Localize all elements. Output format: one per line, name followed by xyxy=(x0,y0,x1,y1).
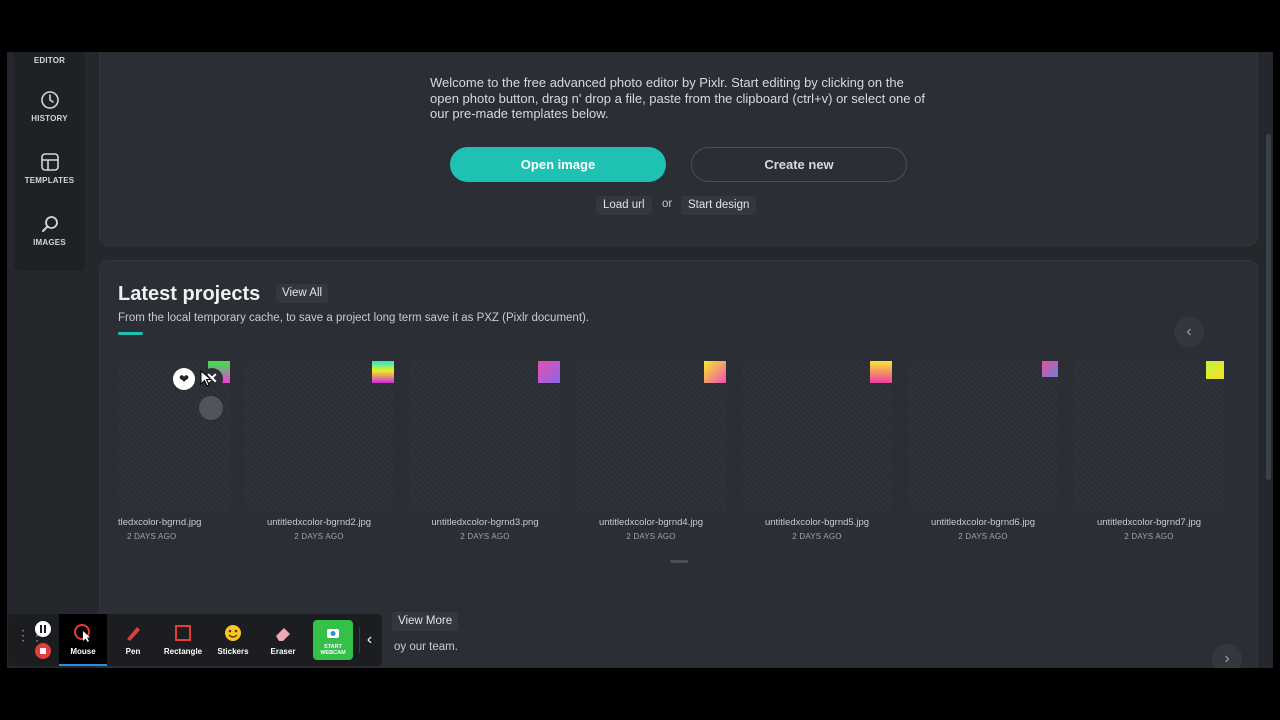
chevron-left-icon[interactable]: ‹ xyxy=(1174,317,1204,347)
project-name: untitledxcolor-bgrnd7.jpg xyxy=(1096,517,1202,528)
project-thumbnails: ❤ ✕ tledxcolor-bgrnd.jpg 2 DAYS AGO unti… xyxy=(100,361,1259,546)
chevron-left-icon[interactable]: ‹ xyxy=(359,627,379,653)
project-age: 2 DAYS AGO xyxy=(127,532,177,541)
sidebar-item-editor[interactable]: EDITOR xyxy=(14,52,85,65)
project-age: 2 DAYS AGO xyxy=(294,532,344,541)
heart-icon[interactable]: ❤ xyxy=(173,368,195,390)
chevron-right-icon[interactable]: › xyxy=(1212,644,1242,668)
welcome-text: Welcome to the free advanced photo edito… xyxy=(430,75,925,121)
tool-label: Stickers xyxy=(217,647,249,656)
sidebar-item-label: HISTORY xyxy=(31,114,68,123)
pause-icon[interactable] xyxy=(35,621,51,637)
eraser-tool[interactable]: Eraser xyxy=(259,614,307,666)
sidebar: EDITOR HISTORY TEMPLATES IMAGES xyxy=(14,52,85,271)
tool-label: Eraser xyxy=(270,647,296,656)
project-age: 2 DAYS AGO xyxy=(1124,532,1174,541)
project-thumbnail[interactable] xyxy=(908,361,1058,511)
project-card[interactable]: untitledxcolor-bgrnd7.jpg 2 DAYS AGO xyxy=(1074,361,1224,541)
tool-label: Pen xyxy=(125,647,141,656)
project-thumbnail[interactable] xyxy=(742,361,892,511)
webcam-icon xyxy=(325,628,341,645)
color-swatch xyxy=(1042,361,1058,377)
color-swatch xyxy=(704,361,726,383)
project-card[interactable]: untitledxcolor-bgrnd3.png 2 DAYS AGO xyxy=(410,361,560,541)
sidebar-item-label: TEMPLATES xyxy=(24,176,75,185)
webcam-label: START WEBCAM xyxy=(313,644,353,656)
section-subtitle: oy our team. xyxy=(394,641,458,653)
start-design-button[interactable]: Start design xyxy=(681,196,757,215)
sidebar-item-history[interactable]: HISTORY xyxy=(14,90,85,123)
welcome-panel: Welcome to the free advanced photo edito… xyxy=(99,52,1258,246)
sidebar-item-templates[interactable]: TEMPLATES xyxy=(14,152,85,185)
or-text: or xyxy=(662,198,673,210)
stop-icon[interactable] xyxy=(35,643,51,659)
project-name: untitledxcolor-bgrnd3.png xyxy=(431,517,539,528)
scrollbar-thumb[interactable] xyxy=(1266,134,1271,480)
project-age: 2 DAYS AGO xyxy=(958,532,1008,541)
pixlr-app: EDITOR HISTORY TEMPLATES IMAGES Welcome … xyxy=(7,52,1273,668)
active-underline xyxy=(59,664,107,666)
project-card[interactable]: untitledxcolor-bgrnd5.jpg 2 DAYS AGO xyxy=(742,361,892,541)
rectangle-tool[interactable]: Rectangle xyxy=(159,614,207,666)
pen-tool[interactable]: Pen xyxy=(109,614,157,666)
project-age: 2 DAYS AGO xyxy=(460,532,510,541)
create-new-button[interactable]: Create new xyxy=(691,147,907,182)
project-name: untitledxcolor-bgrnd2.jpg xyxy=(266,517,372,528)
stickers-tool[interactable]: Stickers xyxy=(209,614,257,666)
open-image-button[interactable]: Open image xyxy=(450,147,666,182)
search-icon xyxy=(14,214,85,234)
latest-projects-panel: Latest projects View All From the local … xyxy=(99,260,1258,668)
mouse-pointer-icon xyxy=(200,369,213,392)
color-swatch xyxy=(1206,361,1224,379)
project-card[interactable]: untitledxcolor-bgrnd2.jpg 2 DAYS AGO xyxy=(244,361,394,541)
view-all-button[interactable]: View All xyxy=(276,284,329,303)
project-card[interactable]: untitledxcolor-bgrnd6.jpg 2 DAYS AGO xyxy=(908,361,1058,541)
layout-icon xyxy=(14,152,85,172)
color-swatch xyxy=(538,361,560,383)
webcam-label-line2: WEBCAM xyxy=(320,650,346,656)
clock-icon xyxy=(14,90,85,110)
latest-projects-subtitle: From the local temporary cache, to save … xyxy=(118,312,590,324)
project-name: untitledxcolor-bgrnd6.jpg xyxy=(930,517,1036,528)
project-thumbnail[interactable] xyxy=(1074,361,1224,511)
carousel-indicator[interactable] xyxy=(670,560,688,563)
project-thumbnail[interactable] xyxy=(244,361,394,511)
sidebar-item-label: IMAGES xyxy=(33,238,66,247)
mouse-tool[interactable]: Mouse xyxy=(59,614,107,666)
project-age: 2 DAYS AGO xyxy=(792,532,842,541)
project-name: untitledxcolor-bgrnd5.jpg xyxy=(764,517,870,528)
recorder-toolbar: ⋮⋮ Mouse Pen Rectangle Stickers Eraser S… xyxy=(8,614,382,666)
project-thumbnail[interactable] xyxy=(576,361,726,511)
accent-underline xyxy=(118,332,143,335)
tool-label: Mouse xyxy=(70,647,96,656)
load-url-button[interactable]: Load url xyxy=(596,196,652,215)
project-name: untitledxcolor-bgrnd4.jpg xyxy=(598,517,704,528)
latest-projects-title: Latest projects xyxy=(118,283,261,305)
view-more-button[interactable]: View More xyxy=(392,612,459,631)
tool-label: Rectangle xyxy=(163,647,203,656)
color-swatch xyxy=(372,361,394,383)
start-webcam-button[interactable]: START WEBCAM xyxy=(313,620,353,660)
color-swatch xyxy=(870,361,892,383)
sidebar-item-label: EDITOR xyxy=(33,56,66,65)
project-card[interactable]: ❤ ✕ tledxcolor-bgrnd.jpg 2 DAYS AGO xyxy=(118,361,230,541)
scrollbar[interactable] xyxy=(1265,52,1273,668)
project-name: tledxcolor-bgrnd.jpg xyxy=(118,517,202,528)
project-card[interactable]: untitledxcolor-bgrnd4.jpg 2 DAYS AGO xyxy=(576,361,726,541)
sidebar-item-images[interactable]: IMAGES xyxy=(14,214,85,247)
project-thumbnail[interactable] xyxy=(410,361,560,511)
project-age: 2 DAYS AGO xyxy=(626,532,676,541)
expand-icon[interactable] xyxy=(199,396,223,420)
